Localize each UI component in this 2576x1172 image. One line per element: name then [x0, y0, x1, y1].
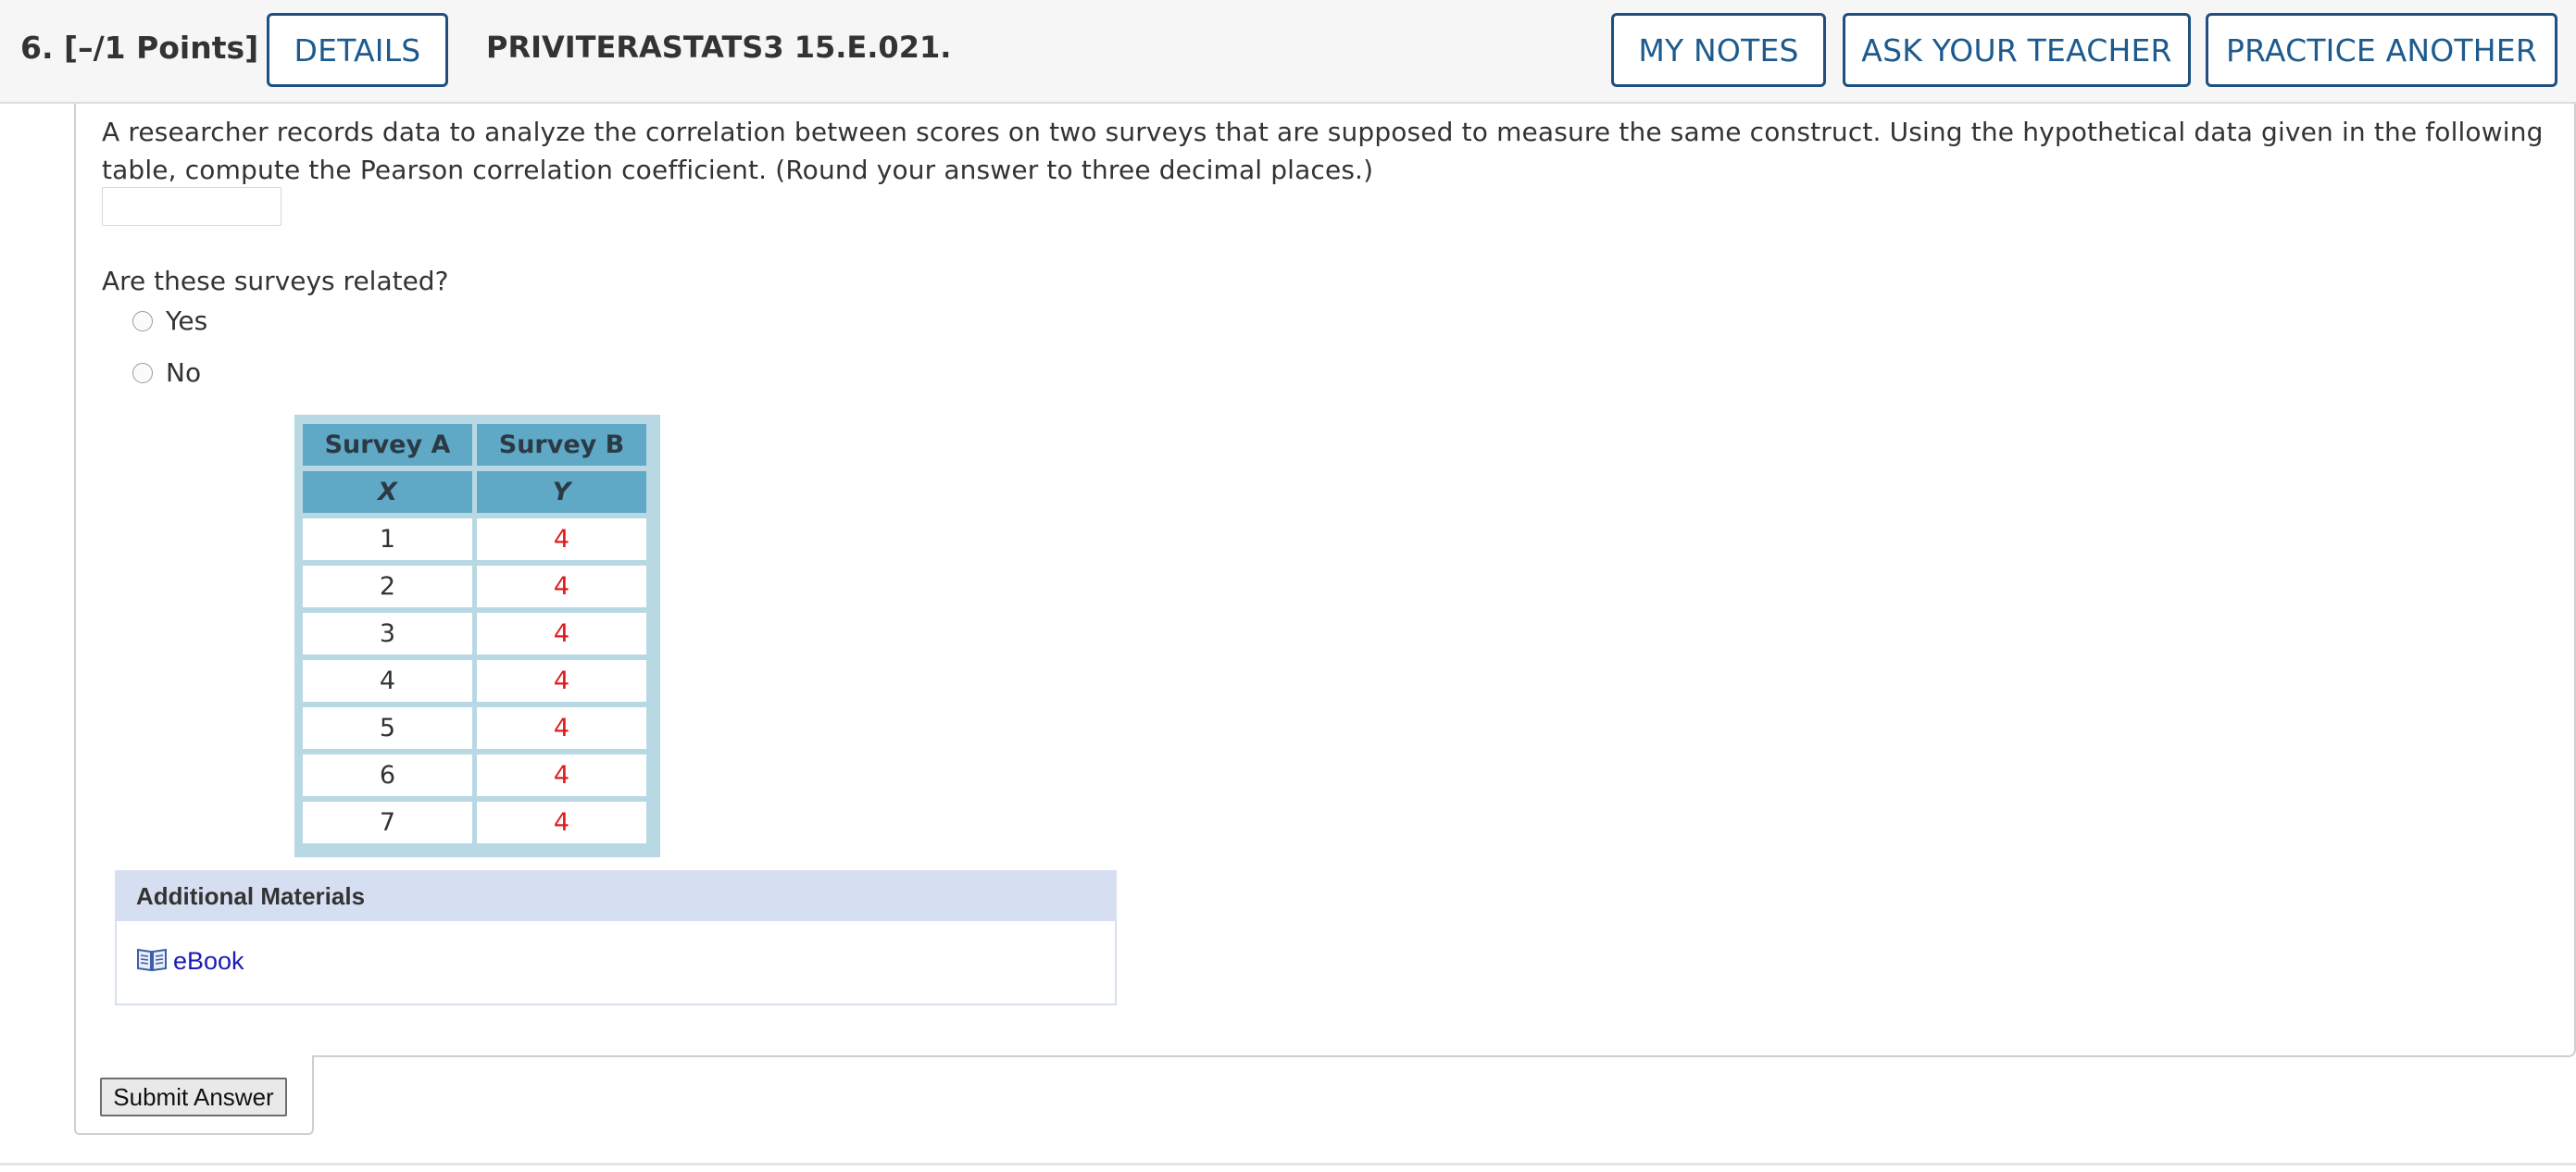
table-row: 7 4 [303, 802, 646, 843]
col-subheader-y: Y [477, 471, 646, 513]
radio-no[interactable] [132, 362, 153, 383]
submit-answer-button[interactable]: Submit Answer [100, 1078, 287, 1116]
table-cell-x: 2 [303, 566, 472, 607]
table-subheader-row: X Y [303, 471, 646, 513]
table-header-row: Survey A Survey B [303, 424, 646, 466]
table-cell-y: 4 [477, 802, 646, 843]
table-row: 6 4 [303, 754, 646, 796]
table-cell-y: 4 [477, 660, 646, 702]
table-cell-y: 4 [477, 613, 646, 655]
table-cell-x: 6 [303, 754, 472, 796]
table-cell-x: 1 [303, 518, 472, 560]
problem-code: PRIVITERASTATS3 15.E.021. [486, 30, 952, 65]
option-yes[interactable]: Yes [132, 305, 207, 336]
col-header-survey-b: Survey B [477, 424, 646, 466]
survey-data-table: Survey A Survey B X Y 1 4 2 4 3 4 4 4 5 … [294, 415, 660, 857]
question-header: 6. [–/1 Points] DETAILS PRIVITERASTATS3 … [0, 0, 2576, 104]
radio-yes[interactable] [132, 310, 153, 331]
col-subheader-x: X [303, 471, 472, 513]
table-cell-x: 7 [303, 802, 472, 843]
additional-materials: Additional Materials eBook [115, 870, 1117, 1005]
table-cell-y: 4 [477, 754, 646, 796]
table-row: 5 4 [303, 707, 646, 749]
table-cell-x: 4 [303, 660, 472, 702]
question-points: 6. [–/1 Points] [20, 30, 259, 66]
divider [0, 1163, 2576, 1166]
option-yes-label: Yes [166, 305, 208, 336]
ebook-label[interactable]: eBook [173, 947, 244, 976]
practice-another-button[interactable]: PRACTICE ANOTHER [2206, 13, 2557, 87]
table-cell-y: 4 [477, 707, 646, 749]
col-header-survey-a: Survey A [303, 424, 472, 466]
ask-your-teacher-button[interactable]: ASK YOUR TEACHER [1843, 13, 2191, 87]
option-no-label: No [166, 357, 202, 388]
additional-materials-header: Additional Materials [117, 872, 1115, 921]
table-cell-x: 3 [303, 613, 472, 655]
table-row: 1 4 [303, 518, 646, 560]
question-prompt: A researcher records data to analyze the… [102, 117, 2544, 185]
details-button[interactable]: DETAILS [267, 13, 448, 87]
table-row: 4 4 [303, 660, 646, 702]
book-icon [136, 946, 168, 976]
related-question-text: Are these surveys related? [102, 266, 449, 296]
survey-table: Survey A Survey B X Y 1 4 2 4 3 4 4 4 5 … [298, 418, 651, 849]
table-row: 2 4 [303, 566, 646, 607]
table-row: 3 4 [303, 613, 646, 655]
table-cell-x: 5 [303, 707, 472, 749]
additional-materials-title: Additional Materials [136, 882, 366, 910]
option-no[interactable]: No [132, 357, 201, 388]
ebook-link[interactable]: eBook [136, 946, 244, 976]
correlation-answer-input[interactable] [102, 187, 281, 226]
table-cell-y: 4 [477, 518, 646, 560]
table-cell-y: 4 [477, 566, 646, 607]
my-notes-button[interactable]: MY NOTES [1611, 13, 1826, 87]
